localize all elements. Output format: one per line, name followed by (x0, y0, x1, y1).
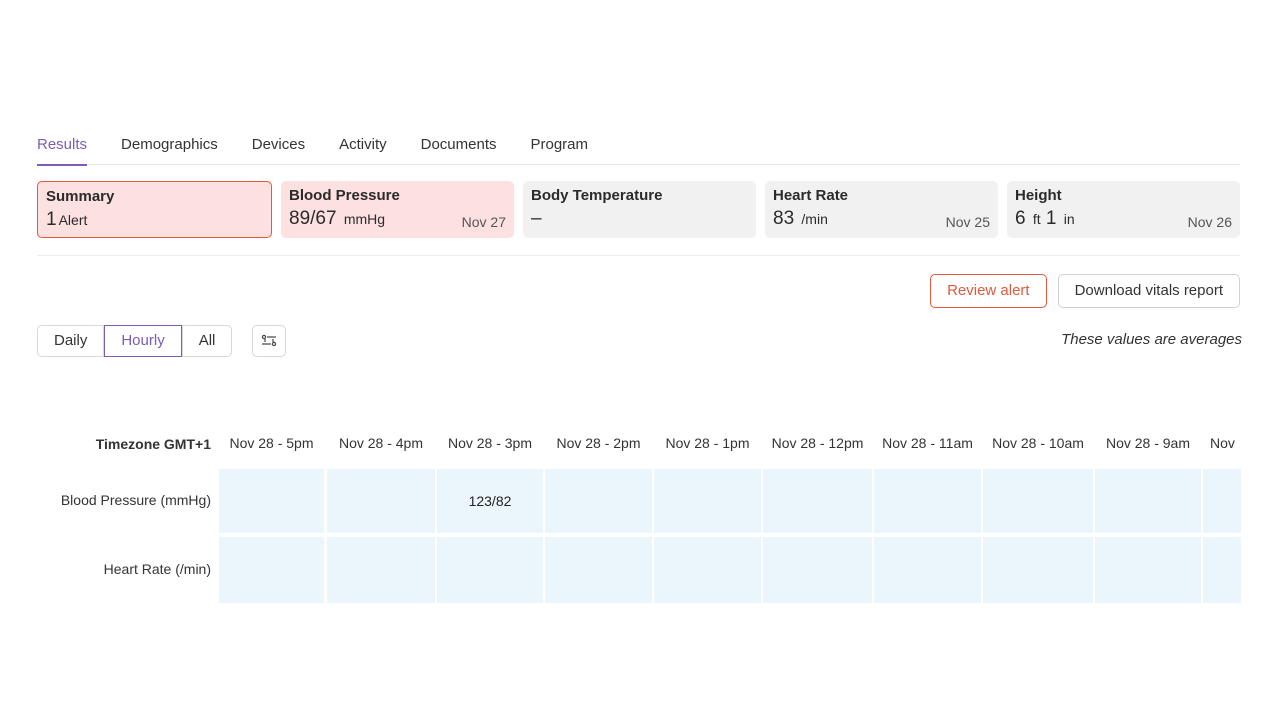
column-header: Nov 28 - 3pm (447, 435, 533, 451)
card-value: 1 Alert (46, 209, 87, 231)
range-hourly-button[interactable]: Hourly (104, 325, 182, 357)
height-in: 1 (1045, 208, 1057, 229)
column-header: Nov (1210, 435, 1235, 451)
divider (37, 255, 1240, 256)
column-header: Nov 28 - 5pm (229, 435, 314, 451)
tab-activity[interactable]: Activity (339, 128, 387, 164)
column-header: Nov 28 - 10am (992, 435, 1084, 451)
review-alert-button[interactable]: Review alert (930, 274, 1047, 308)
table-cell[interactable] (1203, 537, 1241, 603)
table-cell[interactable]: 123/82 (437, 469, 543, 533)
card-value: 83 /min (773, 208, 828, 230)
card-unit: ft (1032, 211, 1041, 227)
card-unit: /min (801, 211, 828, 227)
column-header: Nov 28 - 11am (882, 435, 973, 451)
card-unit: in (1063, 211, 1075, 227)
card-title: Heart Rate (773, 187, 849, 204)
tab-devices[interactable]: Devices (252, 128, 305, 164)
body-temperature-card[interactable]: Body Temperature – (523, 181, 756, 238)
vitals-table: Timezone GMT+1 Blood Pressure (mmHg) Hea… (0, 430, 1280, 610)
card-title: Blood Pressure (289, 187, 400, 204)
table-cell[interactable] (327, 469, 435, 533)
table-cell[interactable] (654, 537, 761, 603)
table-body: Nov 28 - 5pm Nov 28 - 4pm Nov 28 - 3pm Nov … (0, 430, 1241, 610)
table-cell[interactable] (874, 469, 981, 533)
table-cell[interactable] (763, 469, 872, 533)
card-unit: Alert (58, 212, 88, 228)
summary-card[interactable]: Summary 1 Alert (37, 181, 272, 238)
card-value: – (531, 208, 542, 229)
table-cell[interactable] (1203, 469, 1241, 533)
table-cell[interactable] (545, 469, 652, 533)
averages-note: These values are averages (1061, 331, 1242, 348)
table-cell[interactable] (983, 469, 1093, 533)
table-cell[interactable] (327, 537, 435, 603)
card-date: Nov 27 (461, 214, 506, 230)
card-value: 6 ft 1 in (1015, 208, 1075, 230)
column-header: Nov 28 - 2pm (556, 435, 641, 451)
table-cell[interactable] (874, 537, 981, 603)
tab-results[interactable]: Results (37, 128, 88, 166)
download-vitals-report-button[interactable]: Download vitals report (1057, 274, 1240, 308)
column-header: Nov 28 - 12pm (771, 435, 864, 451)
bp-value: 89/67 (289, 208, 337, 229)
table-cell[interactable] (1095, 537, 1201, 603)
card-title: Summary (46, 188, 115, 205)
column-header: Nov 28 - 4pm (338, 435, 424, 451)
card-unit: mmHg (343, 211, 386, 227)
table-cell[interactable] (219, 537, 324, 603)
table-cell[interactable] (219, 469, 324, 533)
card-title: Body Temperature (531, 187, 663, 204)
vitals-cards: Summary 1 Alert Blood Pressure 89/67 mmHg… (37, 181, 1240, 238)
tab-demographics[interactable]: Demographics (121, 128, 218, 164)
card-value: 89/67 mmHg (289, 208, 385, 230)
filter-icon (261, 334, 277, 347)
range-daily-button[interactable]: Daily (37, 325, 105, 357)
range-all-button[interactable]: All (181, 325, 233, 357)
tab-program[interactable]: Program (531, 128, 589, 164)
table-cell[interactable] (763, 537, 872, 603)
table-cell[interactable] (437, 537, 543, 603)
height-card[interactable]: Height 6 ft 1 in Nov 26 (1007, 181, 1240, 238)
card-title: Height (1015, 187, 1062, 204)
blood-pressure-card[interactable]: Blood Pressure 89/67 mmHg Nov 27 (281, 181, 514, 238)
range-toggle: Daily Hourly All (37, 325, 233, 357)
table-cell[interactable] (983, 537, 1093, 603)
card-date: Nov 25 (945, 214, 990, 230)
column-header: Nov 28 - 9am (1105, 435, 1191, 451)
height-ft: 6 (1015, 208, 1026, 229)
column-header: Nov 28 - 1pm (665, 435, 750, 451)
tab-documents[interactable]: Documents (421, 128, 497, 164)
alert-count: 1 (46, 209, 57, 230)
action-buttons: Review alert Download vitals report (930, 274, 1240, 308)
table-cell[interactable] (1095, 469, 1201, 533)
hr-value: 83 (773, 208, 795, 229)
card-date: Nov 26 (1187, 214, 1232, 230)
table-cell[interactable] (545, 537, 652, 603)
filter-button[interactable] (252, 325, 286, 357)
table-cell[interactable] (654, 469, 761, 533)
heart-rate-card[interactable]: Heart Rate 83 /min Nov 25 (765, 181, 998, 238)
tab-bar: Results Demographics Devices Activity Do… (37, 128, 1240, 166)
